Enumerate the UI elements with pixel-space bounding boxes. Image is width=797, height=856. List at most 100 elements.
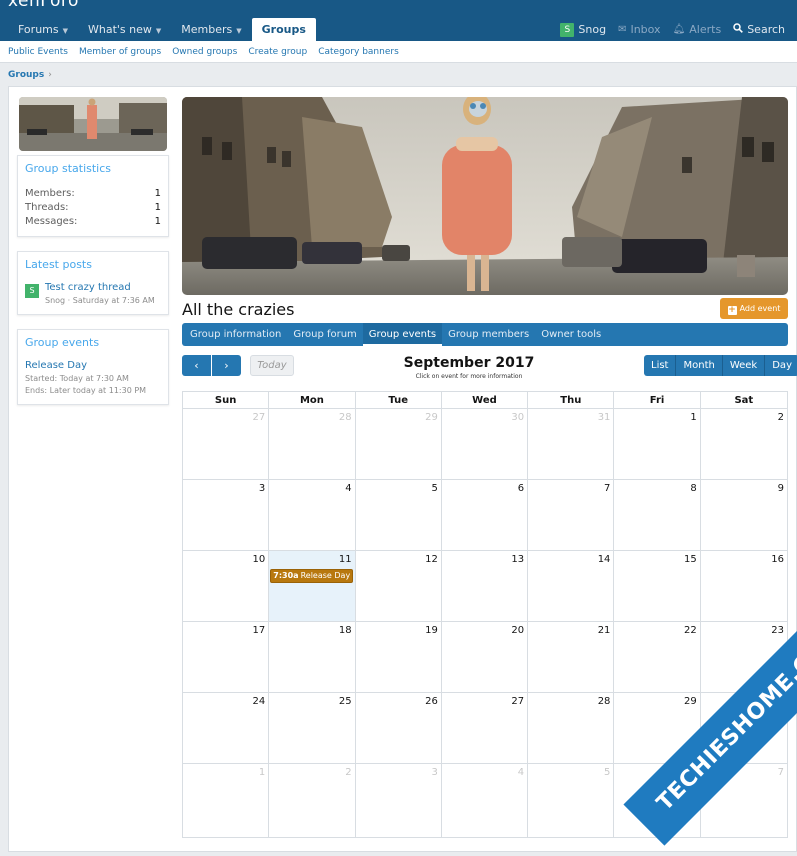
calendar-day-cell[interactable]: 2 <box>269 764 356 837</box>
calendar-day-cell[interactable]: 6 <box>442 480 529 550</box>
user-menu[interactable]: S Snog <box>554 22 612 37</box>
avatar[interactable]: S <box>25 284 39 298</box>
day-number[interactable]: 27 <box>511 696 524 707</box>
day-number[interactable]: 4 <box>518 767 524 778</box>
day-number[interactable]: 19 <box>425 625 438 636</box>
nav-tab-members[interactable]: Members ▼ <box>171 18 251 41</box>
day-number[interactable]: 5 <box>604 767 610 778</box>
day-number[interactable]: 17 <box>253 625 266 636</box>
day-number[interactable]: 22 <box>684 625 697 636</box>
calendar-day-cell[interactable]: 27 <box>442 693 529 763</box>
calendar-day-cell[interactable]: 5 <box>356 480 442 550</box>
day-number[interactable]: 3 <box>259 483 265 494</box>
day-number[interactable]: 13 <box>511 554 524 565</box>
calendar-day-cell[interactable]: 5 <box>528 764 615 837</box>
breadcrumb-groups[interactable]: Groups <box>8 70 44 80</box>
calendar-day-cell[interactable]: 19 <box>356 622 442 692</box>
nav-tab-groups[interactable]: Groups <box>251 18 316 41</box>
calendar-day-cell[interactable]: 1 <box>183 764 270 837</box>
day-number[interactable]: 11 <box>339 554 352 565</box>
day-number[interactable]: 1 <box>690 412 696 423</box>
subnav-owned-groups[interactable]: Owned groups <box>172 47 237 57</box>
day-number[interactable]: 25 <box>339 696 352 707</box>
calendar-day-cell[interactable]: 1 <box>614 409 701 479</box>
day-number[interactable]: 6 <box>518 483 524 494</box>
calendar-day-cell[interactable]: 13 <box>442 551 529 621</box>
day-number[interactable]: 18 <box>339 625 352 636</box>
sidebar-event-title[interactable]: Release Day <box>25 359 161 373</box>
nav-tab-forums[interactable]: Forums ▼ <box>8 18 78 41</box>
day-number[interactable]: 26 <box>425 696 438 707</box>
calendar-day-cell[interactable]: 10 <box>183 551 270 621</box>
site-logo[interactable]: xenForo <box>8 0 79 11</box>
calendar-day-cell[interactable]: 20 <box>442 622 529 692</box>
day-number[interactable]: 10 <box>253 554 266 565</box>
chevron-down-icon[interactable]: ▼ <box>236 27 241 35</box>
latest-post-title[interactable]: Test crazy thread <box>45 281 155 295</box>
calendar-day-cell[interactable]: 25 <box>269 693 356 763</box>
day-number[interactable]: 29 <box>684 696 697 707</box>
view-week-button[interactable]: Week <box>722 355 766 376</box>
day-number[interactable]: 5 <box>431 483 437 494</box>
group-banner-thumbnail[interactable] <box>19 97 167 151</box>
view-list-button[interactable]: List <box>644 355 677 376</box>
calendar-day-cell[interactable]: 22 <box>614 622 701 692</box>
calendar-day-cell[interactable]: 3 <box>183 480 270 550</box>
add-event-button[interactable]: + Add event <box>720 298 788 319</box>
day-number[interactable]: 9 <box>778 483 784 494</box>
tab-group-information[interactable]: Group information <box>184 323 287 346</box>
day-number[interactable]: 29 <box>425 412 438 423</box>
calendar-day-cell[interactable]: 3 <box>356 764 442 837</box>
calendar-event[interactable]: 7:30a Release Day <box>270 569 353 583</box>
calendar-day-cell[interactable]: 14 <box>528 551 615 621</box>
day-number[interactable]: 28 <box>339 412 352 423</box>
day-number[interactable]: 16 <box>771 554 784 565</box>
chevron-down-icon[interactable]: ▼ <box>63 27 68 35</box>
calendar-day-cell[interactable]: 28 <box>528 693 615 763</box>
calendar-day-cell[interactable]: 29 <box>356 409 442 479</box>
day-number[interactable]: 31 <box>598 412 611 423</box>
calendar-day-cell[interactable]: 2 <box>701 409 787 479</box>
today-button[interactable]: Today <box>250 355 294 376</box>
calendar-day-cell[interactable]: 8 <box>614 480 701 550</box>
calendar-day-cell[interactable]: 26 <box>356 693 442 763</box>
day-number[interactable]: 8 <box>690 483 696 494</box>
calendar-day-cell[interactable]: 30 <box>442 409 529 479</box>
calendar-day-cell[interactable]: 12 <box>356 551 442 621</box>
calendar-day-cell[interactable]: 31 <box>528 409 615 479</box>
day-number[interactable]: 2 <box>778 412 784 423</box>
tab-owner-tools[interactable]: Owner tools <box>535 323 607 346</box>
inbox-link[interactable]: ✉ Inbox <box>612 23 667 36</box>
day-number[interactable]: 7 <box>778 767 784 778</box>
calendar-day-cell[interactable]: 16 <box>701 551 787 621</box>
calendar-day-cell[interactable]: 28 <box>269 409 356 479</box>
next-month-button[interactable]: › <box>212 355 241 376</box>
day-number[interactable]: 2 <box>345 767 351 778</box>
tab-group-forum[interactable]: Group forum <box>287 323 362 346</box>
subnav-public-events[interactable]: Public Events <box>8 47 68 57</box>
chevron-down-icon[interactable]: ▼ <box>156 27 161 35</box>
calendar-day-cell[interactable]: 27 <box>183 409 270 479</box>
view-month-button[interactable]: Month <box>676 355 723 376</box>
day-number[interactable]: 14 <box>598 554 611 565</box>
day-number[interactable]: 1 <box>259 767 265 778</box>
calendar-day-cell[interactable]: 9 <box>701 480 787 550</box>
day-number[interactable]: 20 <box>511 625 524 636</box>
subnav-create-group[interactable]: Create group <box>248 47 307 57</box>
day-number[interactable]: 23 <box>771 625 784 636</box>
day-number[interactable]: 15 <box>684 554 697 565</box>
nav-tab-whats-new[interactable]: What's new ▼ <box>78 18 171 41</box>
day-number[interactable]: 4 <box>345 483 351 494</box>
alerts-link[interactable]: 🔔︎ Alerts <box>667 23 728 36</box>
prev-month-button[interactable]: ‹ <box>182 355 211 376</box>
search-link[interactable]: Search <box>727 23 791 36</box>
calendar-day-cell[interactable]: 18 <box>269 622 356 692</box>
calendar-day-cell[interactable]: 17 <box>183 622 270 692</box>
calendar-day-cell[interactable]: 15 <box>614 551 701 621</box>
day-number[interactable]: 3 <box>431 767 437 778</box>
view-day-button[interactable]: Day <box>765 355 797 376</box>
day-number[interactable]: 12 <box>425 554 438 565</box>
calendar-day-cell[interactable]: 24 <box>183 693 270 763</box>
day-number[interactable]: 27 <box>253 412 266 423</box>
subnav-category-banners[interactable]: Category banners <box>318 47 399 57</box>
